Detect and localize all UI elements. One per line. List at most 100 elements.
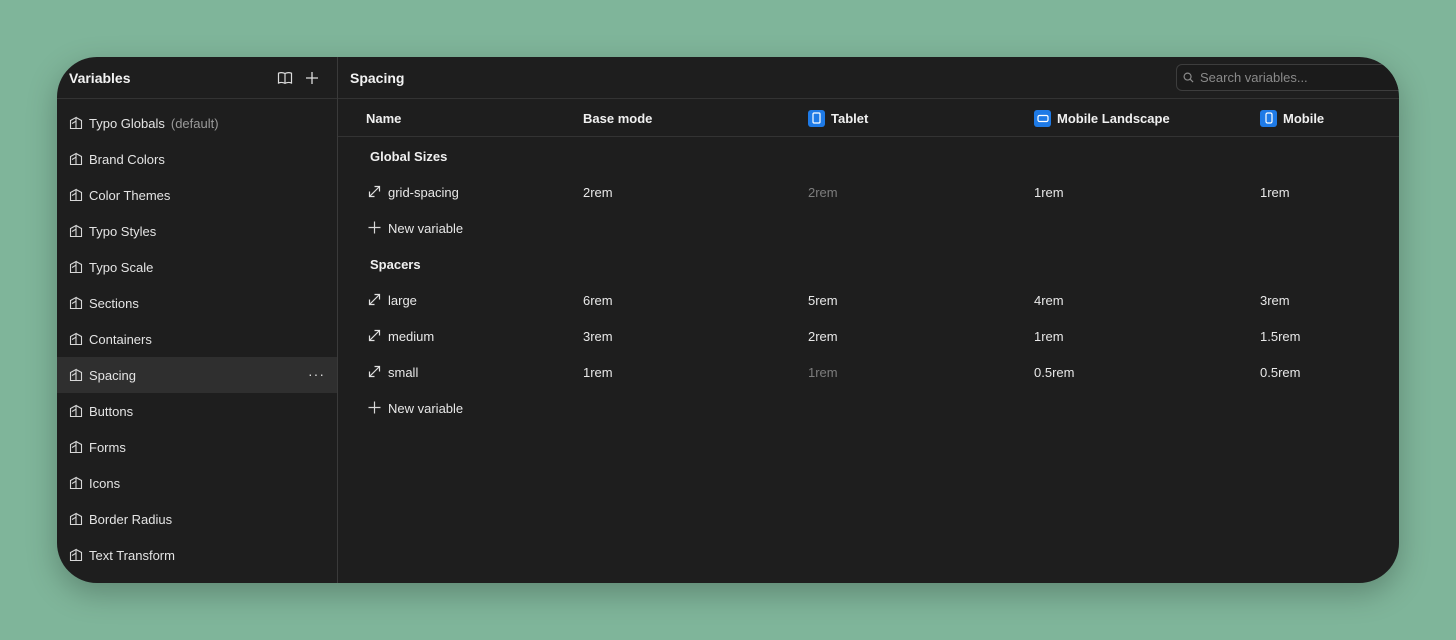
collection-icon (69, 332, 83, 346)
mobile-value[interactable]: 1.5rem (1260, 318, 1300, 354)
column-header-base-mode[interactable]: Base mode (583, 99, 652, 137)
new-variable-button[interactable]: New variable (368, 210, 463, 246)
sidebar-item-icons[interactable]: Icons (57, 465, 337, 501)
variable-name-cell[interactable]: medium (368, 318, 434, 354)
group-label: Spacers (370, 256, 421, 272)
new-variable-button[interactable]: New variable (368, 390, 463, 426)
column-header-mobile-landscape[interactable]: Mobile Landscape (1034, 99, 1170, 137)
sidebar-item-forms[interactable]: Forms (57, 429, 337, 465)
tablet-icon (808, 109, 825, 127)
new-variable-label: New variable (388, 220, 464, 236)
sidebar-item-border-radius[interactable]: Border Radius (57, 501, 337, 537)
mobile-icon (1260, 109, 1277, 127)
tablet-value[interactable]: 5rem (808, 282, 838, 318)
tablet-value[interactable]: 2rem (808, 318, 838, 354)
collection-icon (69, 188, 83, 202)
variables-window: Variables Typo Globals (default) Brand Col… (57, 57, 1399, 583)
collection-icon (69, 512, 83, 526)
variables-panel: Spacing Name Base mode Tablet (338, 57, 1399, 583)
group-row: Global Sizes (338, 138, 1399, 174)
variable-name: small (388, 364, 419, 380)
sidebar-item-label: Brand Colors (89, 151, 165, 167)
variable-row[interactable]: grid-spacing 2rem 2rem 1rem 1rem (338, 174, 1399, 210)
sidebar-title: Variables (69, 69, 131, 86)
collection-icon (69, 116, 83, 130)
sidebar-item-sections[interactable]: Sections (57, 285, 337, 321)
collection-icon (69, 368, 83, 382)
collection-icon (69, 296, 83, 310)
sidebar-item-typo-scale[interactable]: Typo Scale (57, 249, 337, 285)
size-variable-icon (368, 293, 382, 307)
variable-row[interactable]: small 1rem 1rem 0.5rem 0.5rem (338, 354, 1399, 390)
variable-row[interactable]: medium 3rem 2rem 1rem 1.5rem (338, 318, 1399, 354)
plus-icon (368, 401, 382, 415)
mobile-value[interactable]: 0.5rem (1260, 354, 1300, 390)
page-title: Spacing (350, 69, 405, 86)
mobile-landscape-value[interactable]: 1rem (1034, 174, 1064, 210)
size-variable-icon (368, 329, 382, 343)
sidebar-item-typo-globals[interactable]: Typo Globals (default) (57, 105, 337, 141)
column-header-mobile[interactable]: Mobile (1260, 99, 1324, 137)
base-mode-value[interactable]: 2rem (583, 174, 613, 210)
variable-row[interactable]: large 6rem 5rem 4rem 3rem (338, 282, 1399, 318)
sidebar-item-text-transform[interactable]: Text Transform (57, 537, 337, 573)
sidebar-item-label: Spacing (89, 367, 136, 383)
mobile-landscape-value[interactable]: 4rem (1034, 282, 1064, 318)
sidebar-item-label: Text Transform (89, 547, 175, 563)
sidebar-item-label: Typo Styles (89, 223, 157, 239)
collections-sidebar: Variables Typo Globals (default) Brand Col… (57, 57, 338, 583)
sidebar-item-label: Border Radius (89, 511, 173, 527)
sidebar-item-label: Icons (89, 475, 121, 491)
collection-icon (69, 260, 83, 274)
sidebar-item-typo-styles[interactable]: Typo Styles (57, 213, 337, 249)
sidebar-header: Variables (57, 57, 337, 99)
sidebar-item-color-themes[interactable]: Color Themes (57, 177, 337, 213)
size-variable-icon (368, 185, 382, 199)
mobile-value[interactable]: 1rem (1260, 174, 1290, 210)
mobile-landscape-icon (1034, 109, 1051, 127)
more-options-icon[interactable]: ··· (308, 366, 325, 382)
variable-name: large (388, 292, 417, 308)
column-header-name[interactable]: Name (366, 99, 401, 137)
plus-icon (368, 221, 382, 235)
panel-header: Spacing (338, 57, 1399, 99)
sidebar-item-label: Forms (89, 439, 126, 455)
base-mode-value[interactable]: 1rem (583, 354, 613, 390)
sidebar-item-label: Containers (89, 331, 152, 347)
variable-name: medium (388, 328, 435, 344)
book-icon[interactable] (275, 68, 295, 88)
column-header-tablet[interactable]: Tablet (808, 99, 868, 137)
variable-name-cell[interactable]: grid-spacing (368, 174, 459, 210)
sidebar-item-containers[interactable]: Containers (57, 321, 337, 357)
search-box[interactable] (1176, 64, 1399, 91)
sidebar-item-spacing[interactable]: Spacing ··· (57, 357, 337, 393)
new-variable-row: New variable (338, 210, 1399, 246)
search-input[interactable] (1198, 69, 1399, 86)
size-variable-icon (368, 365, 382, 379)
base-mode-value[interactable]: 6rem (583, 282, 613, 318)
collection-icon (69, 476, 83, 490)
sidebar-item-label: Sections (89, 295, 139, 311)
collection-list: Typo Globals (default) Brand Colors Color T… (57, 105, 337, 573)
collection-icon (69, 404, 83, 418)
add-collection-icon[interactable] (302, 68, 322, 88)
mobile-landscape-value[interactable]: 1rem (1034, 318, 1064, 354)
variable-name: grid-spacing (388, 184, 459, 200)
collection-icon (69, 152, 83, 166)
base-mode-value[interactable]: 3rem (583, 318, 613, 354)
group-row: Spacers (338, 246, 1399, 282)
tablet-value[interactable]: 2rem (808, 174, 838, 210)
sidebar-item-brand-colors[interactable]: Brand Colors (57, 141, 337, 177)
tablet-value[interactable]: 1rem (808, 354, 838, 390)
sidebar-item-buttons[interactable]: Buttons (57, 393, 337, 429)
variable-name-cell[interactable]: large (368, 282, 417, 318)
variable-name-cell[interactable]: small (368, 354, 418, 390)
mobile-value[interactable]: 3rem (1260, 282, 1290, 318)
sidebar-item-label: Buttons (89, 403, 134, 419)
sidebar-item-label: Typo Globals (89, 115, 165, 131)
mobile-landscape-value[interactable]: 0.5rem (1034, 354, 1074, 390)
search-icon (1183, 72, 1194, 83)
table-header: Name Base mode Tablet Mobile Landscape M… (338, 99, 1399, 137)
new-variable-label: New variable (388, 400, 464, 416)
sidebar-item-label: Typo Scale (89, 259, 154, 275)
